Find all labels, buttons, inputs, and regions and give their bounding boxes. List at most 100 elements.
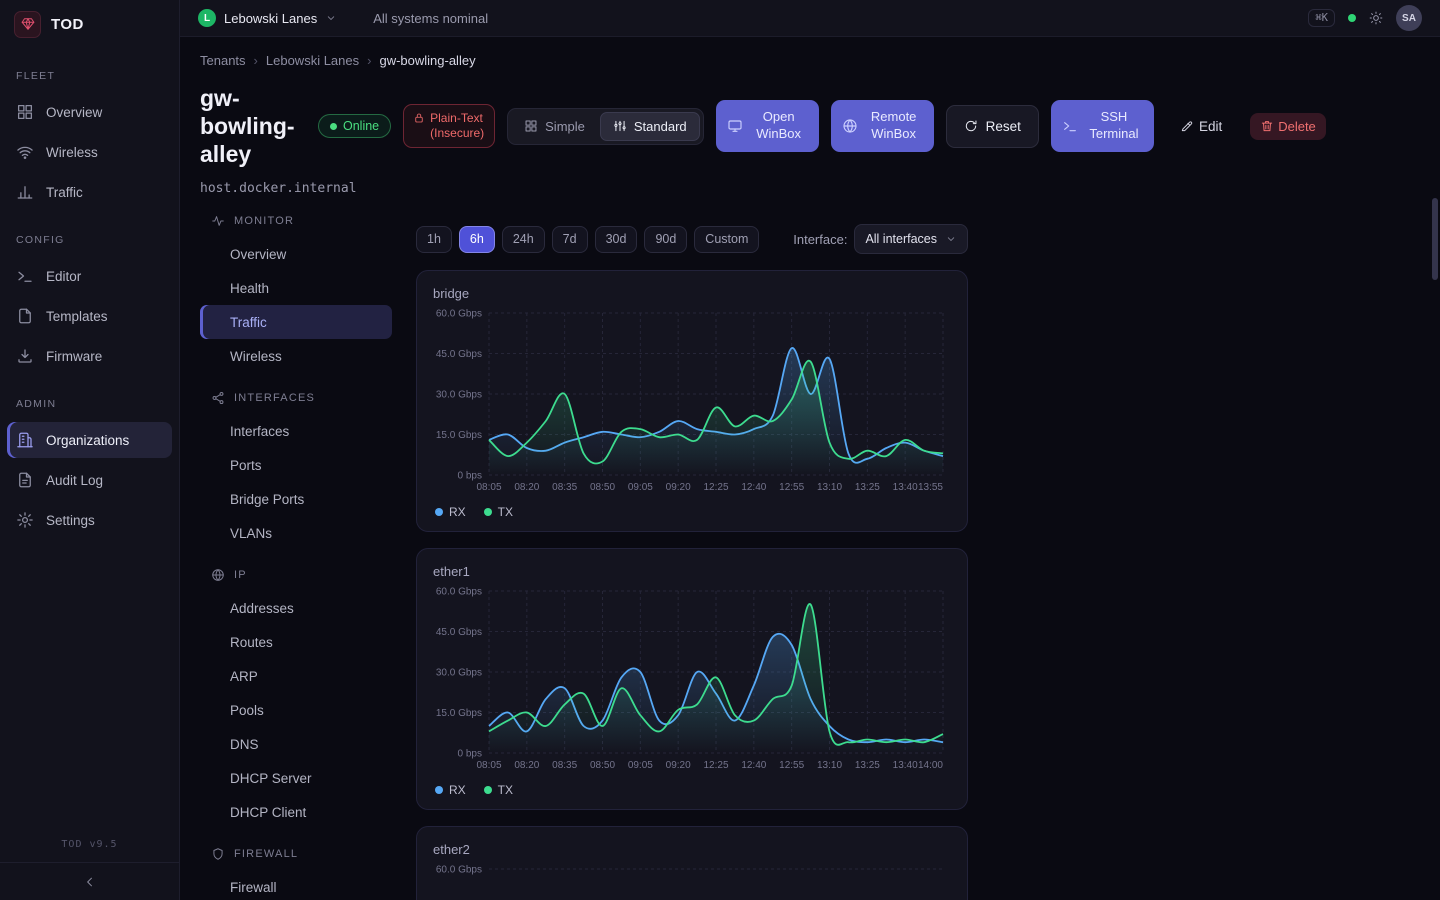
sidebar-item-settings[interactable]: Settings (7, 502, 172, 538)
subnav-item-ports[interactable]: Ports (200, 448, 392, 482)
svg-text:08:05: 08:05 (476, 760, 501, 771)
subnav-item-traffic[interactable]: Traffic (200, 305, 392, 339)
command-palette-shortcut[interactable]: ⌘K (1308, 9, 1335, 27)
svg-text:12:25: 12:25 (703, 482, 728, 493)
breadcrumb-current: gw-bowling-alley (379, 53, 475, 68)
sidebar-item-traffic[interactable]: Traffic (7, 174, 172, 210)
subnav-item-firewall[interactable]: Firewall (200, 870, 392, 900)
remote-winbox-button[interactable]: Remote WinBox (831, 100, 934, 152)
svg-text:13:55: 13:55 (918, 482, 943, 493)
activity-icon (211, 214, 225, 228)
sidebar-item-templates[interactable]: Templates (7, 298, 172, 334)
legend-rx: RX (435, 783, 466, 797)
subnav-item-interfaces[interactable]: Interfaces (200, 414, 392, 448)
subnav-item-overview[interactable]: Overview (200, 237, 392, 271)
subnav-item-dhcp-server[interactable]: DHCP Server (200, 761, 392, 795)
breadcrumb-tenants[interactable]: Tenants (200, 53, 246, 68)
view-mode-standard[interactable]: Standard (600, 112, 700, 141)
terminal-icon (16, 267, 34, 285)
subnav-section-interfaces: INTERFACES (200, 391, 392, 405)
svg-text:45.0 Gbps: 45.0 Gbps (436, 627, 482, 638)
monitor-icon (727, 118, 743, 134)
subnav-item-arp[interactable]: ARP (200, 659, 392, 693)
subnav-item-dns[interactable]: DNS (200, 727, 392, 761)
traffic-chart-ether1: 0 bps15.0 Gbps30.0 Gbps45.0 Gbps60.0 Gbp… (433, 583, 951, 779)
view-mode-toggle: Simple Standard (507, 108, 704, 145)
sidebar-item-label: Settings (46, 513, 95, 528)
subnav-item-routes[interactable]: Routes (200, 625, 392, 659)
sidebar-item-firmware[interactable]: Firmware (7, 338, 172, 374)
theme-toggle-button[interactable] (1369, 11, 1383, 25)
building-icon (16, 431, 34, 449)
tenant-avatar: L (198, 9, 216, 27)
open-winbox-button[interactable]: Open WinBox (716, 100, 819, 152)
svg-text:13:10: 13:10 (817, 482, 842, 493)
breadcrumb-tenant[interactable]: Lebowski Lanes (266, 53, 359, 68)
app-logo[interactable]: TOD (0, 0, 179, 48)
gear-icon (16, 511, 34, 529)
subnav-item-pools[interactable]: Pools (200, 693, 392, 727)
chart-legend: RX TX (433, 505, 951, 519)
range-button-custom[interactable]: Custom (694, 226, 759, 253)
svg-text:30.0 Gbps: 30.0 Gbps (436, 390, 482, 401)
sidebar-item-organizations[interactable]: Organizations (7, 422, 172, 458)
svg-text:08:35: 08:35 (552, 482, 577, 493)
sidebar-collapse-button[interactable] (0, 862, 179, 900)
range-button-1h[interactable]: 1h (416, 226, 452, 253)
chart-title: ether1 (433, 564, 951, 579)
subnav-item-vlans[interactable]: VLANs (200, 516, 392, 550)
chart-title: bridge (433, 286, 951, 301)
chart-controls: 1h 6h 24h 7d 30d 90d Custom Interface: A… (416, 224, 968, 254)
device-subnav: MONITOR Overview Health Traffic Wireless… (200, 210, 392, 900)
shield-icon (211, 847, 225, 861)
interface-filter-label: Interface: (793, 232, 847, 247)
sidebar-item-audit-log[interactable]: Audit Log (7, 462, 172, 498)
download-icon (16, 347, 34, 365)
chart-legend: RX TX (433, 783, 951, 797)
sidebar-section-admin: ADMIN (0, 398, 179, 410)
view-mode-standard-label: Standard (634, 119, 687, 134)
trash-icon (1260, 119, 1274, 133)
sidebar-item-wireless[interactable]: Wireless (7, 134, 172, 170)
range-button-6h[interactable]: 6h (459, 226, 495, 253)
reset-button[interactable]: Reset (946, 105, 1039, 148)
sidebar-item-label: Traffic (46, 185, 83, 200)
tenant-selector[interactable]: L Lebowski Lanes (198, 9, 337, 27)
sidebar-section-config: CONFIG (0, 234, 179, 246)
file-icon (16, 307, 34, 325)
security-badge-label: Plain-Text (Insecure) (430, 111, 485, 141)
range-button-90d[interactable]: 90d (644, 226, 687, 253)
page-scrollbar[interactable] (1432, 0, 1438, 900)
range-button-7d[interactable]: 7d (552, 226, 588, 253)
remote-winbox-label: Remote WinBox (865, 109, 923, 143)
range-button-30d[interactable]: 30d (595, 226, 638, 253)
subnav-item-dhcp-client[interactable]: DHCP Client (200, 795, 392, 829)
svg-text:09:05: 09:05 (628, 760, 653, 771)
system-status-message: All systems nominal (373, 11, 488, 26)
chevron-down-icon (945, 233, 957, 245)
interface-select[interactable]: All interfaces (854, 224, 968, 254)
delete-button[interactable]: Delete (1250, 113, 1326, 140)
app-version: TOD v9.5 (0, 839, 179, 862)
subnav-item-wireless[interactable]: Wireless (200, 339, 392, 373)
scrollbar-thumb[interactable] (1432, 198, 1438, 280)
subnav-section-monitor: MONITOR (200, 214, 392, 228)
svg-text:13:25: 13:25 (855, 760, 880, 771)
svg-text:12:55: 12:55 (779, 760, 804, 771)
svg-text:14:00: 14:00 (918, 760, 943, 771)
svg-text:08:20: 08:20 (514, 482, 539, 493)
edit-button[interactable]: Edit (1172, 113, 1230, 140)
view-mode-simple[interactable]: Simple (511, 112, 598, 141)
subnav-item-health[interactable]: Health (200, 271, 392, 305)
subnav-item-addresses[interactable]: Addresses (200, 591, 392, 625)
sidebar-item-overview[interactable]: Overview (7, 94, 172, 130)
rx-dot-icon (435, 508, 443, 516)
subnav-item-bridge-ports[interactable]: Bridge Ports (200, 482, 392, 516)
sidebar-item-editor[interactable]: Editor (7, 258, 172, 294)
ssh-terminal-button[interactable]: SSH Terminal (1051, 100, 1154, 152)
chart-title: ether2 (433, 842, 951, 857)
sidebar-item-label: Wireless (46, 145, 98, 160)
range-button-24h[interactable]: 24h (502, 226, 545, 253)
svg-text:12:40: 12:40 (741, 482, 766, 493)
user-avatar[interactable]: SA (1396, 5, 1422, 31)
